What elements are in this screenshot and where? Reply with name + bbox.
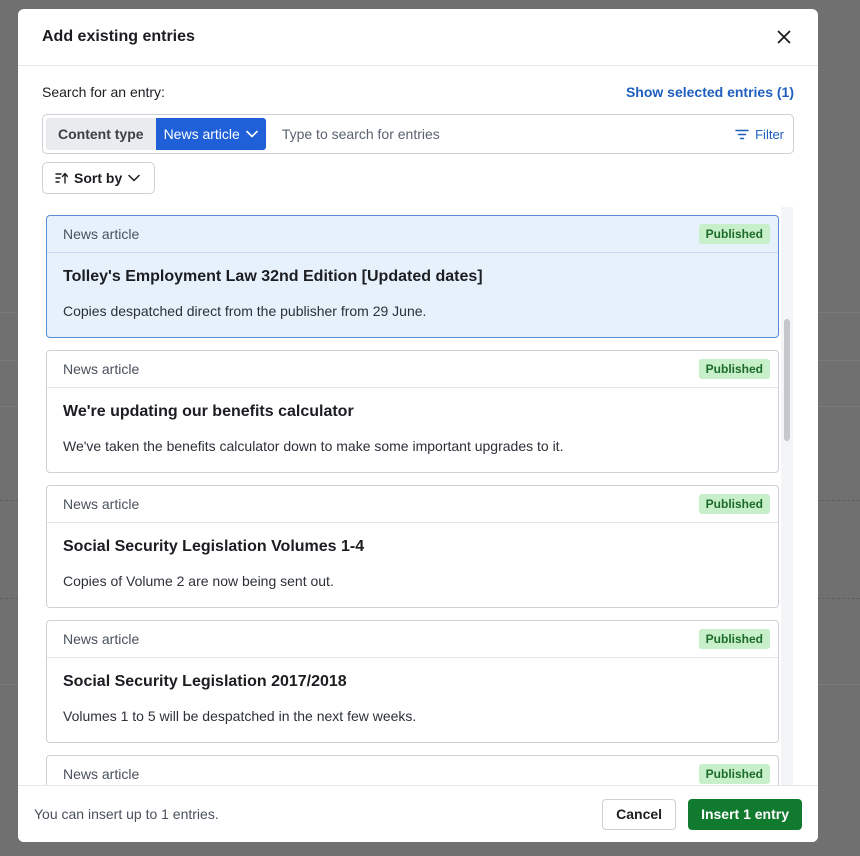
entry-title: Social Security Legislation Volumes 1-4 bbox=[63, 538, 365, 555]
entry-description: We've taken the benefits calculator down… bbox=[63, 438, 564, 454]
search-row: Search for an entry: Show selected entri… bbox=[42, 84, 794, 100]
add-entries-modal: Add existing entries Search for an entry… bbox=[18, 9, 818, 842]
close-button[interactable] bbox=[772, 25, 796, 49]
entry-description: Copies of Volume 2 are now being sent ou… bbox=[63, 573, 334, 589]
status-badge: Published bbox=[698, 359, 770, 379]
entry-card[interactable]: News article Published Social Security L… bbox=[46, 620, 779, 743]
entry-card[interactable]: News article Published bbox=[46, 755, 779, 785]
content-type-label: Content type bbox=[46, 118, 156, 150]
status-badge: Published bbox=[698, 764, 770, 784]
entry-description: Volumes 1 to 5 will be despatched in the… bbox=[63, 708, 417, 724]
entry-type: News article bbox=[63, 496, 140, 512]
close-icon bbox=[777, 30, 791, 44]
show-selected-link[interactable]: Show selected entries (1) bbox=[626, 84, 794, 100]
footer-actions: Cancel Insert 1 entry bbox=[602, 798, 802, 830]
search-bar: Content type News article Filter bbox=[42, 114, 794, 154]
entry-title: Tolley's Employment Law 32nd Edition [Up… bbox=[63, 268, 483, 285]
status-badge: Published bbox=[698, 494, 770, 514]
modal-footer: You can insert up to 1 entries. Cancel I… bbox=[18, 785, 818, 842]
entry-description: Copies despatched direct from the publis… bbox=[63, 303, 427, 319]
entry-card-header: News article Published bbox=[47, 216, 778, 253]
sort-by-button[interactable]: Sort by bbox=[42, 162, 155, 194]
filter-label: Filter bbox=[755, 126, 784, 142]
search-input[interactable] bbox=[281, 118, 736, 150]
entry-card[interactable]: News article Published We're updating ou… bbox=[46, 350, 779, 473]
search-label: Search for an entry: bbox=[42, 84, 165, 100]
entry-card-header: News article Published bbox=[47, 756, 778, 785]
entry-card[interactable]: News article Published Tolley's Employme… bbox=[46, 215, 779, 338]
insert-limit-note: You can insert up to 1 entries. bbox=[34, 806, 219, 822]
entry-card-header: News article Published bbox=[47, 351, 778, 388]
modal-header: Add existing entries bbox=[18, 9, 818, 66]
entry-type: News article bbox=[63, 226, 140, 242]
entry-card-header: News article Published bbox=[47, 621, 778, 658]
modal-title: Add existing entries bbox=[42, 28, 195, 45]
entry-type: News article bbox=[63, 631, 140, 647]
scrollbar[interactable] bbox=[781, 207, 793, 785]
chevron-down-icon bbox=[128, 174, 140, 182]
chevron-down-icon bbox=[246, 130, 258, 138]
entry-title: Social Security Legislation 2017/2018 bbox=[63, 673, 347, 690]
status-badge: Published bbox=[698, 629, 770, 649]
insert-button[interactable]: Insert 1 entry bbox=[688, 798, 802, 830]
filter-button[interactable]: Filter bbox=[735, 127, 790, 142]
sort-by-label: Sort by bbox=[74, 170, 123, 186]
content-type-value: News article bbox=[163, 126, 240, 142]
entry-card[interactable]: News article Published Social Security L… bbox=[46, 485, 779, 608]
scrollbar-thumb[interactable] bbox=[784, 319, 790, 441]
sort-icon bbox=[55, 172, 68, 184]
entry-type: News article bbox=[63, 361, 140, 377]
content-type-dropdown[interactable]: News article bbox=[155, 118, 266, 150]
entry-title: We're updating our benefits calculator bbox=[63, 403, 354, 420]
entry-card-header: News article Published bbox=[47, 486, 778, 523]
entry-type: News article bbox=[63, 766, 140, 782]
cancel-button[interactable]: Cancel bbox=[602, 798, 677, 830]
filter-icon bbox=[735, 129, 749, 139]
status-badge: Published bbox=[698, 224, 770, 244]
entries-list: News article Published Tolley's Employme… bbox=[46, 207, 794, 785]
